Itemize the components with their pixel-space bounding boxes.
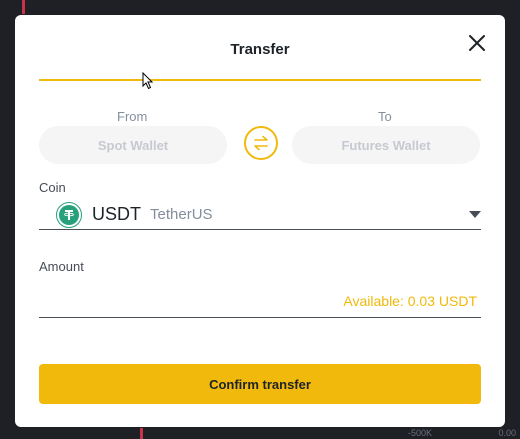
available-balance: Available: 0.03 USDT [343,293,477,309]
axis-label: -500K [407,428,432,438]
candle-red [140,428,143,439]
coin-select[interactable]: USDT TetherUS [39,200,481,230]
amount-field: Available: 0.03 USDT [39,283,481,318]
tether-icon [56,201,82,228]
coin-name: TetherUS [150,206,213,223]
close-button[interactable] [467,33,487,53]
dialog-title: Transfer [230,41,290,58]
candle-red [22,0,25,14]
coin-label: Coin [39,180,66,195]
axis-label: 0.00 [498,428,516,438]
amount-label: Amount [39,259,84,274]
amount-input[interactable] [39,283,313,318]
mouse-cursor-icon [142,72,154,90]
from-label: From [117,109,148,124]
from-wallet-select[interactable]: Spot Wallet [39,126,227,164]
swap-arrows-icon [254,135,268,151]
swap-button[interactable] [244,126,278,160]
to-wallet-select[interactable]: Futures Wallet [292,126,480,164]
chevron-down-icon[interactable] [469,211,481,218]
title-divider [39,79,481,81]
to-label: To [378,109,392,124]
transfer-dialog: Transfer From To Spot Wallet Futures Wal… [15,15,505,427]
confirm-transfer-button[interactable]: Confirm transfer [39,364,481,404]
close-icon [469,35,485,51]
coin-symbol: USDT [92,204,141,224]
